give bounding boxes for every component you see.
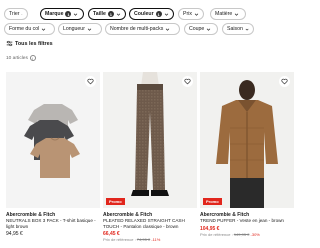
chevron-down-icon <box>74 13 78 16</box>
chevron-down-icon <box>166 28 170 31</box>
chevron-down-icon <box>116 13 121 16</box>
all-filters-button[interactable]: Tous les filtres <box>6 40 53 47</box>
filter-label: Coupe <box>189 26 205 32</box>
filter-label: Prix <box>183 11 192 17</box>
reference-price-label: Prix de référence : <box>200 231 233 237</box>
chevron-down-icon <box>235 13 239 16</box>
puffer-jacket-model-image <box>216 80 278 208</box>
product-price: 94,95 € <box>6 231 23 238</box>
reference-price: Prix de référence : 149,95 € -30% <box>200 232 294 237</box>
product-image[interactable] <box>6 72 100 208</box>
filter-chip-season[interactable]: Saison <box>222 23 254 35</box>
info-icon[interactable]: i <box>29 55 36 61</box>
filter-chip-fit[interactable]: Coupe <box>184 23 218 35</box>
reference-price-label: Prix de référence : <box>103 237 136 243</box>
favorite-button[interactable] <box>85 76 96 87</box>
filter-count-badge: 1 <box>107 11 114 17</box>
filter-label: Matière <box>215 11 233 17</box>
filter-label: Longueur <box>63 26 85 32</box>
filter-chip-length[interactable]: Longueur <box>58 23 102 35</box>
filter-chip-color[interactable]: Couleur 1 <box>129 8 174 20</box>
chevron-down-icon <box>164 13 168 16</box>
filter-label: Couleur <box>134 11 154 17</box>
product-card[interactable]: Promo Abercrombie & Fitch TREND PUFFER -… <box>200 72 294 237</box>
heart-icon <box>184 78 191 85</box>
filter-chip-brand[interactable]: Marque 1 <box>40 8 84 20</box>
heart-icon <box>87 78 94 85</box>
reference-price-value: 74,95 € <box>136 237 151 243</box>
filter-chip-multipack[interactable]: Nombre de multi-packs <box>105 23 180 35</box>
favorite-button[interactable] <box>279 76 290 87</box>
chevron-down-icon <box>42 28 46 31</box>
promo-badge: Promo <box>106 198 125 205</box>
product-name: NEUTRALS BOX 3 PACK - T-shirt basique - … <box>6 218 96 229</box>
promo-badge: Promo <box>203 198 222 205</box>
filter-label: Nombre de multi-packs <box>110 26 164 32</box>
chevron-down-icon <box>245 28 249 30</box>
product-name: PLEATED RELAXED STRAIGHT CASH TOUCH - Pa… <box>103 218 185 229</box>
results-count: 10 articles i <box>6 55 36 61</box>
favorite-button[interactable] <box>182 76 193 87</box>
filter-chip-price[interactable]: Prix <box>178 8 204 20</box>
reference-price: Prix de référence : 74,95 € -11% <box>103 237 197 242</box>
chevron-down-icon <box>207 28 211 31</box>
filter-chip-size[interactable]: Taille 1 <box>88 8 126 20</box>
all-filters-label: Tous les filtres <box>15 40 53 47</box>
heart-icon <box>281 78 288 85</box>
filter-sliders-icon <box>6 40 13 47</box>
product-name: TREND PUFFER - Veste en jean - brown <box>200 218 284 223</box>
trousers-model-image <box>131 72 169 196</box>
chevron-down-icon <box>194 13 199 16</box>
tshirt-stack-image <box>24 104 80 178</box>
filter-count-badge: 1 <box>155 11 162 17</box>
product-image[interactable]: Promo <box>103 72 197 208</box>
filter-label: Taille <box>93 11 106 17</box>
filter-chip-material[interactable]: Matière <box>210 8 246 20</box>
discount-percent: -11% <box>151 237 161 243</box>
discount-percent: -30% <box>250 231 260 237</box>
reference-price-value: 149,95 € <box>233 231 250 237</box>
product-image[interactable]: Promo <box>200 72 294 208</box>
chevron-down-icon <box>21 13 23 15</box>
filter-label: Trier <box>9 11 20 17</box>
filter-label: Marque <box>45 11 64 17</box>
results-count-text: 10 articles <box>6 55 28 61</box>
filter-chip-collar[interactable]: Forme du col <box>4 23 55 35</box>
filter-count-badge: 1 <box>65 11 72 17</box>
product-card[interactable]: Abercrombie & Fitch NEUTRALS BOX 3 PACK … <box>6 72 100 237</box>
filter-chip-sort[interactable]: Trier <box>4 8 28 20</box>
chevron-down-icon <box>87 28 92 31</box>
filter-label: Saison <box>227 26 243 32</box>
filter-label: Forme du col <box>9 26 40 32</box>
product-card[interactable]: Promo Abercrombie & Fitch PLEATED RELAXE… <box>103 72 197 242</box>
